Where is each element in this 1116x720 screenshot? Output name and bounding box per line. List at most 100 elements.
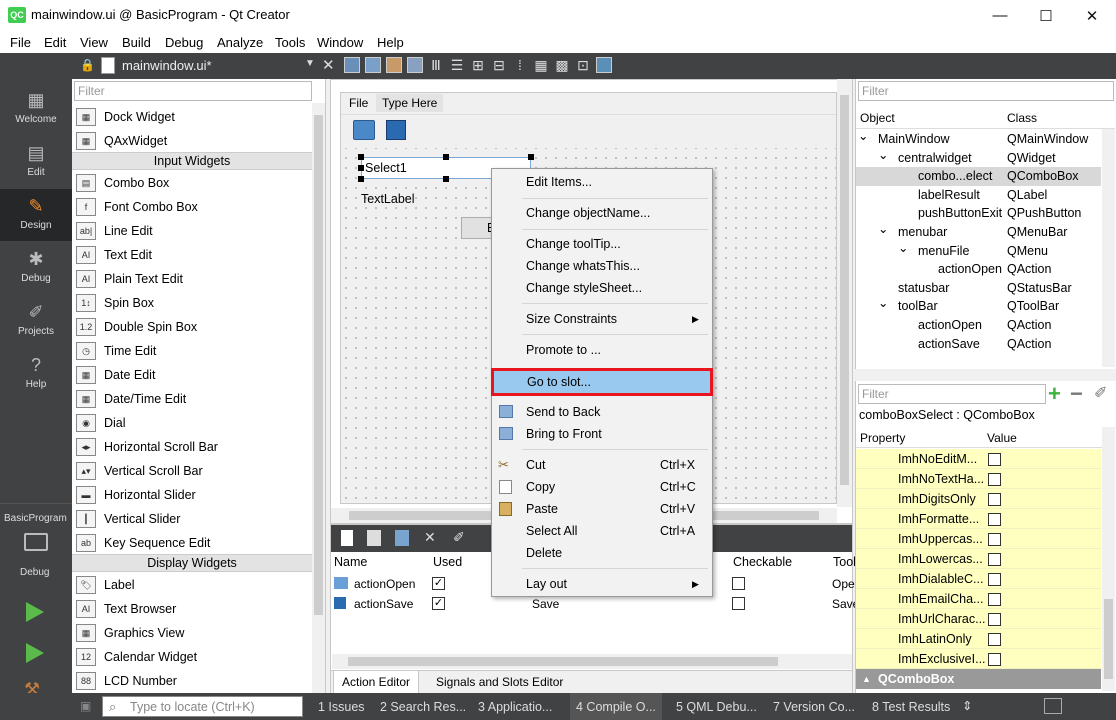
property-checkbox[interactable] (988, 493, 1001, 506)
open-folder-icon[interactable] (353, 120, 375, 140)
locator-input[interactable]: ⌕ Type to locate (Ctrl+K) (102, 696, 303, 717)
pane-qml-debugger[interactable]: 5 QML Debu... (676, 700, 757, 714)
widget-item[interactable]: ab| Line Edit (72, 219, 312, 243)
mode-debug[interactable]: ✱ Debug (0, 242, 72, 294)
menu-item-delete[interactable]: Delete (492, 542, 712, 564)
copy-action-icon[interactable] (367, 530, 381, 546)
property-checkbox[interactable] (988, 633, 1001, 646)
configure-icon[interactable]: ✐ (453, 529, 465, 546)
pane-application-output[interactable]: 3 Applicatio... (478, 700, 552, 714)
expand-arrow-icon[interactable]: ⌄ (878, 146, 888, 165)
property-checkbox[interactable] (988, 473, 1001, 486)
menu-item-lay-out[interactable]: Lay out ▶ (492, 573, 712, 595)
output-toggle-icon[interactable] (1044, 698, 1062, 714)
menu-view[interactable]: View (80, 35, 108, 50)
property-row[interactable]: ImhExclusiveI... (856, 649, 1101, 669)
break-layout-icon[interactable]: ▩ (554, 57, 570, 73)
property-row[interactable]: ImhUrlCharac... (856, 609, 1101, 629)
widget-item[interactable]: ◷ Time Edit (72, 339, 312, 363)
property-checkbox[interactable] (988, 593, 1001, 606)
object-scrollbar[interactable] (1102, 129, 1115, 367)
widget-item[interactable]: ab Key Sequence Edit (72, 531, 312, 555)
widget-item[interactable]: AI Plain Text Edit (72, 267, 312, 291)
widget-item[interactable]: ▦ Date/Time Edit (72, 387, 312, 411)
property-checkbox[interactable] (988, 513, 1001, 526)
tree-row[interactable]: ⌄ menubar QMenuBar (856, 220, 1101, 242)
form-vscrollbar[interactable] (837, 79, 852, 507)
edit-widgets-icon[interactable] (344, 57, 360, 73)
property-row[interactable]: ImhUppercas... (856, 529, 1101, 549)
form-menu-type-here[interactable]: Type Here (376, 94, 444, 112)
kit-selector[interactable]: BasicProgram Debug (0, 503, 72, 578)
mode-edit[interactable]: ▤ Edit (0, 136, 72, 188)
close-document-icon[interactable]: ✕ (322, 56, 335, 74)
maximize-button[interactable]: ☐ (1023, 0, 1069, 31)
tree-row[interactable]: pushButtonExit QPushButton (856, 204, 1101, 223)
menu-item-change-whatsthis[interactable]: Change whatsThis... (492, 255, 712, 277)
expand-arrow-icon[interactable]: ⌄ (878, 220, 888, 239)
widget-item[interactable]: ▦ Dock Widget (72, 105, 312, 129)
col-object[interactable]: Object (860, 111, 895, 125)
col-property[interactable]: Property (860, 431, 905, 445)
tree-row[interactable]: ⌄ toolBar QToolBar (856, 294, 1101, 316)
menu-analyze[interactable]: Analyze (217, 35, 263, 50)
widget-box-scrollbar[interactable] (312, 103, 325, 693)
splitter-horizontal-icon[interactable]: ⊞ (470, 57, 486, 73)
widget-item[interactable]: 1↕ Spin Box (72, 291, 312, 315)
configure-icon[interactable]: ✐ (1094, 383, 1107, 403)
minimize-button[interactable]: — (977, 0, 1023, 31)
tab-action-editor[interactable]: Action Editor (333, 671, 420, 694)
run-icon[interactable] (26, 602, 44, 622)
mode-welcome[interactable]: ▦ Welcome (0, 83, 72, 135)
widget-item[interactable]: ▴▾ Vertical Scroll Bar (72, 459, 312, 483)
used-checkbox[interactable]: ✓ (432, 577, 445, 590)
property-row[interactable]: ImhLowercas... (856, 549, 1101, 569)
menu-item-change-tooltip[interactable]: Change toolTip... (492, 233, 712, 255)
property-checkbox[interactable] (988, 453, 1001, 466)
widget-filter-input[interactable]: Filter (74, 81, 312, 101)
tab-signals-slots[interactable]: Signals and Slots Editor (428, 671, 571, 693)
menu-tools[interactable]: Tools (275, 35, 305, 50)
col-checkable[interactable]: Checkable (733, 555, 792, 569)
widget-item[interactable]: ▬ Horizontal Slider (72, 483, 312, 507)
tree-row[interactable]: statusbar QStatusBar (856, 279, 1101, 298)
menu-window[interactable]: Window (317, 35, 363, 50)
widget-category[interactable]: Input Widgets (72, 152, 312, 170)
property-checkbox[interactable] (988, 653, 1001, 666)
add-property-icon[interactable]: + (1048, 381, 1061, 407)
property-checkbox[interactable] (988, 613, 1001, 626)
menu-item-change-stylesheet[interactable]: Change styleSheet... (492, 277, 712, 299)
property-scrollbar[interactable] (1102, 427, 1115, 691)
property-checkbox[interactable] (988, 533, 1001, 546)
layout-grid-icon[interactable]: ⁞ (512, 57, 528, 73)
property-row[interactable]: ImhDigitsOnly (856, 489, 1101, 509)
widget-item[interactable]: ◂▸ Horizontal Scroll Bar (72, 435, 312, 459)
widget-item[interactable]: ▤ Combo Box (72, 171, 312, 195)
layout-horizontal-icon[interactable]: Ⅲ (428, 57, 444, 73)
edit-buddies-icon[interactable] (386, 57, 402, 73)
remove-property-icon[interactable]: − (1070, 381, 1083, 407)
menu-item-paste[interactable]: Paste Ctrl+V (492, 498, 712, 520)
edit-signals-icon[interactable] (365, 57, 381, 73)
property-section[interactable]: ▲ QComboBox (856, 669, 1101, 689)
property-row[interactable]: ImhFormatte... (856, 509, 1101, 529)
menu-item-edit-items[interactable]: Edit Items... (492, 171, 712, 193)
new-action-icon[interactable] (341, 530, 353, 546)
menu-item-cut[interactable]: ✂ Cut Ctrl+X (492, 454, 712, 476)
widget-item[interactable]: ◉ Dial (72, 411, 312, 435)
widget-category[interactable]: Display Widgets (72, 554, 312, 572)
col-tooltip[interactable]: Tool (833, 555, 856, 569)
mode-help[interactable]: ? Help (0, 348, 72, 400)
property-row[interactable]: ImhNoTextHa... (856, 469, 1101, 489)
adjust-size-icon[interactable]: ⊡ (575, 57, 591, 73)
property-filter-input[interactable]: Filter (858, 384, 1046, 404)
tree-row[interactable]: actionSave QAction (856, 335, 1101, 354)
pane-compile-output[interactable]: 4 Compile O... (570, 693, 662, 720)
col-name[interactable]: Name (334, 555, 367, 569)
menu-item-copy[interactable]: Copy Ctrl+C (492, 476, 712, 498)
widget-item[interactable]: ▦ Graphics View (72, 621, 312, 645)
expand-arrow-icon[interactable]: ⌄ (878, 294, 888, 313)
property-row[interactable]: ImhEmailCha... (856, 589, 1101, 609)
mode-design[interactable]: ✎ Design (0, 189, 72, 241)
table-row[interactable]: actionSave ✓ Save Save (331, 594, 859, 614)
